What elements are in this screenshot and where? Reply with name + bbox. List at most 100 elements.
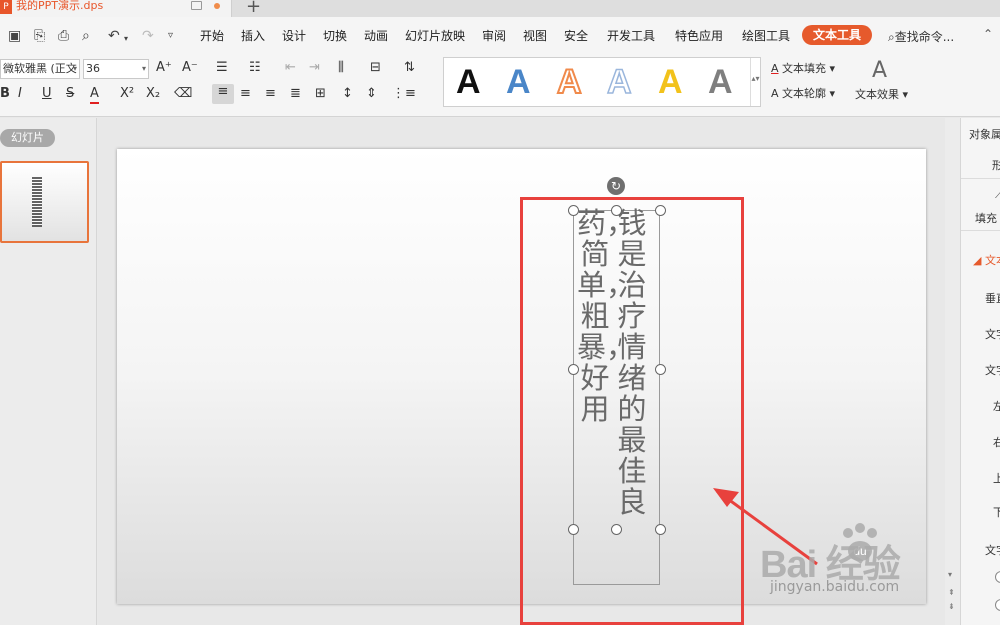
text-section-header[interactable]: ◢ 文本 <box>973 252 1000 268</box>
strikethrough-icon[interactable]: S <box>66 86 74 102</box>
presentation-file-icon: P <box>0 0 12 14</box>
paragraph-settings-icon[interactable]: ⋮≡ <box>392 86 416 102</box>
text-style-blue[interactable]: A <box>506 62 531 102</box>
menu-animation[interactable]: 动画 <box>364 28 388 44</box>
distribute-icon[interactable]: ⊞ <box>315 86 326 102</box>
text-effect-button[interactable]: 文本效果 ▾ <box>855 88 908 102</box>
increase-indent-icon[interactable]: ⇥ <box>309 60 320 76</box>
document-title: 我的PPT演示.dps <box>16 0 104 12</box>
divider <box>961 178 1000 179</box>
text-outline-icon: A <box>771 87 779 100</box>
text-style-light-outline[interactable]: A <box>606 62 632 102</box>
next-slide-icon[interactable]: ⇟ <box>948 602 955 611</box>
font-size-value: 36 <box>86 62 100 75</box>
text-effect-label: 文本效果 <box>855 88 899 101</box>
font-name-value: 微软雅黑 (正文 <box>3 62 77 75</box>
new-tab-button[interactable]: + <box>246 0 261 17</box>
command-search[interactable]: ⌕查找命令... <box>888 28 954 45</box>
property-text-3: 文字 <box>985 544 1000 557</box>
property-right: 右 <box>993 434 1000 450</box>
bold-icon[interactable]: B <box>0 86 10 102</box>
property-vertical: 垂直 <box>985 292 1000 305</box>
properties-title: 对象属 <box>969 128 1000 141</box>
underline-icon[interactable]: U <box>42 86 52 102</box>
menu-text-tools[interactable]: 文本工具 <box>802 25 873 45</box>
paragraph-spacing-icon[interactable]: ⇕ <box>366 86 377 102</box>
undo-dropdown-icon[interactable]: ▾ <box>124 31 128 47</box>
subscript-icon[interactable]: X₂ <box>146 86 160 102</box>
radio-option-2[interactable] <box>995 599 1000 611</box>
menu-transition[interactable]: 切换 <box>323 28 347 44</box>
bullets-icon[interactable]: ☰ <box>216 60 228 76</box>
slide-thumbnail-1[interactable] <box>0 161 89 243</box>
menu-drawing-tools[interactable]: 绘图工具 <box>742 28 790 44</box>
text-style-black[interactable]: A <box>456 62 481 102</box>
menu-design[interactable]: 设计 <box>282 28 306 44</box>
font-size-select[interactable]: 36 ▾ <box>83 59 149 79</box>
search-icon: ⌕ <box>888 30 895 44</box>
watermark-url: jingyan.baidu.com <box>770 579 900 595</box>
save-icon[interactable]: ▣ <box>8 28 21 44</box>
text-style-gallery[interactable]: A A A A A A ▴▾ <box>443 57 761 107</box>
columns-icon[interactable]: ⫼ <box>338 60 344 76</box>
menu-review[interactable]: 审阅 <box>482 28 506 44</box>
text-fill-button[interactable]: A 文本填充 ▾ <box>771 62 835 76</box>
undo-icon[interactable]: ↶ <box>108 28 120 44</box>
fill-tab[interactable]: 填充 <box>975 210 997 226</box>
align-left-icon[interactable]: ≡ <box>212 84 234 104</box>
text-fill-label: 文本填充 <box>782 62 827 75</box>
scroll-down-icon[interactable]: ▾ <box>948 570 952 579</box>
title-bar: P 我的PPT演示.dps + <box>0 0 1000 17</box>
align-right-icon[interactable]: ≡ <box>265 86 276 102</box>
text-box-align-icon[interactable]: ⊟ <box>370 60 381 76</box>
menu-home[interactable]: 开始 <box>200 28 224 44</box>
triangle-down-icon: ◢ <box>973 254 982 267</box>
line-spacing-icon[interactable]: ↕ <box>342 86 353 102</box>
decrease-indent-icon[interactable]: ⇤ <box>285 60 296 76</box>
shape-tab[interactable]: 形 <box>992 157 1000 173</box>
text-direction-icon[interactable]: ⇅ <box>404 60 415 76</box>
eraser-icon[interactable]: ⌫ <box>174 86 192 102</box>
print-icon[interactable]: ⎙ <box>58 28 69 44</box>
text-style-yellow[interactable]: A <box>658 62 683 102</box>
format-painter-icon[interactable]: ⎘ <box>34 28 45 44</box>
slides-panel: 幻灯片 <box>0 118 97 625</box>
menu-insert[interactable]: 插入 <box>241 28 265 44</box>
menu-security[interactable]: 安全 <box>564 28 588 44</box>
menu-slideshow[interactable]: 幻灯片放映 <box>405 28 465 44</box>
menu-developer[interactable]: 开发工具 <box>607 28 655 44</box>
menu-bar: ▣ ⎘ ⎙ ⌕ ↶ ▾ ↷ ▿ 开始 插入 设计 切换 动画 幻灯片放映 审阅 … <box>0 17 1000 55</box>
justify-icon[interactable]: ≣ <box>290 86 301 102</box>
numbering-icon[interactable]: ☷ <box>249 60 261 76</box>
text-fill-icon: A <box>771 62 779 75</box>
canvas-scrollbar[interactable]: ▾ ⇞ ⇟ <box>945 118 960 625</box>
text-effect-icon[interactable]: A <box>872 59 887 83</box>
property-top: 上 <box>993 470 1000 486</box>
superscript-icon[interactable]: X² <box>120 86 134 102</box>
align-center-icon[interactable]: ≡ <box>240 86 251 102</box>
chevron-down-icon: ▾ <box>72 64 77 73</box>
grow-font-icon[interactable]: A⁺ <box>156 60 172 76</box>
shrink-font-icon[interactable]: A⁻ <box>182 60 198 76</box>
document-tab[interactable]: P 我的PPT演示.dps <box>0 0 232 17</box>
menu-features[interactable]: 特色应用 <box>675 28 723 44</box>
text-style-orange-outline[interactable]: A <box>556 62 583 102</box>
radio-option-1[interactable] <box>995 571 1000 583</box>
property-bottom: 下 <box>993 504 1000 520</box>
menu-view[interactable]: 视图 <box>523 28 547 44</box>
italic-icon[interactable]: I <box>18 86 22 102</box>
font-color-icon[interactable]: A <box>90 86 99 104</box>
text-outline-button[interactable]: A 文本轮廓 ▾ <box>771 87 835 101</box>
chevron-down-icon: ▾ <box>141 64 146 73</box>
text-outline-label: 文本轮廓 <box>782 87 827 100</box>
text-style-gray[interactable]: A <box>708 62 733 102</box>
more-icon[interactable]: ▿ <box>168 28 173 44</box>
previous-slide-icon[interactable]: ⇞ <box>948 588 955 597</box>
font-name-select[interactable]: 微软雅黑 (正文 ▾ <box>0 59 80 79</box>
slides-tab[interactable]: 幻灯片 <box>0 129 55 147</box>
monitor-icon[interactable] <box>191 1 202 10</box>
collapse-ribbon-icon[interactable]: ⌃ <box>983 27 993 41</box>
print-preview-icon[interactable]: ⌕ <box>82 28 90 44</box>
redo-icon[interactable]: ↷ <box>142 28 154 44</box>
gallery-scroll-icon[interactable]: ▴▾ <box>750 58 760 106</box>
